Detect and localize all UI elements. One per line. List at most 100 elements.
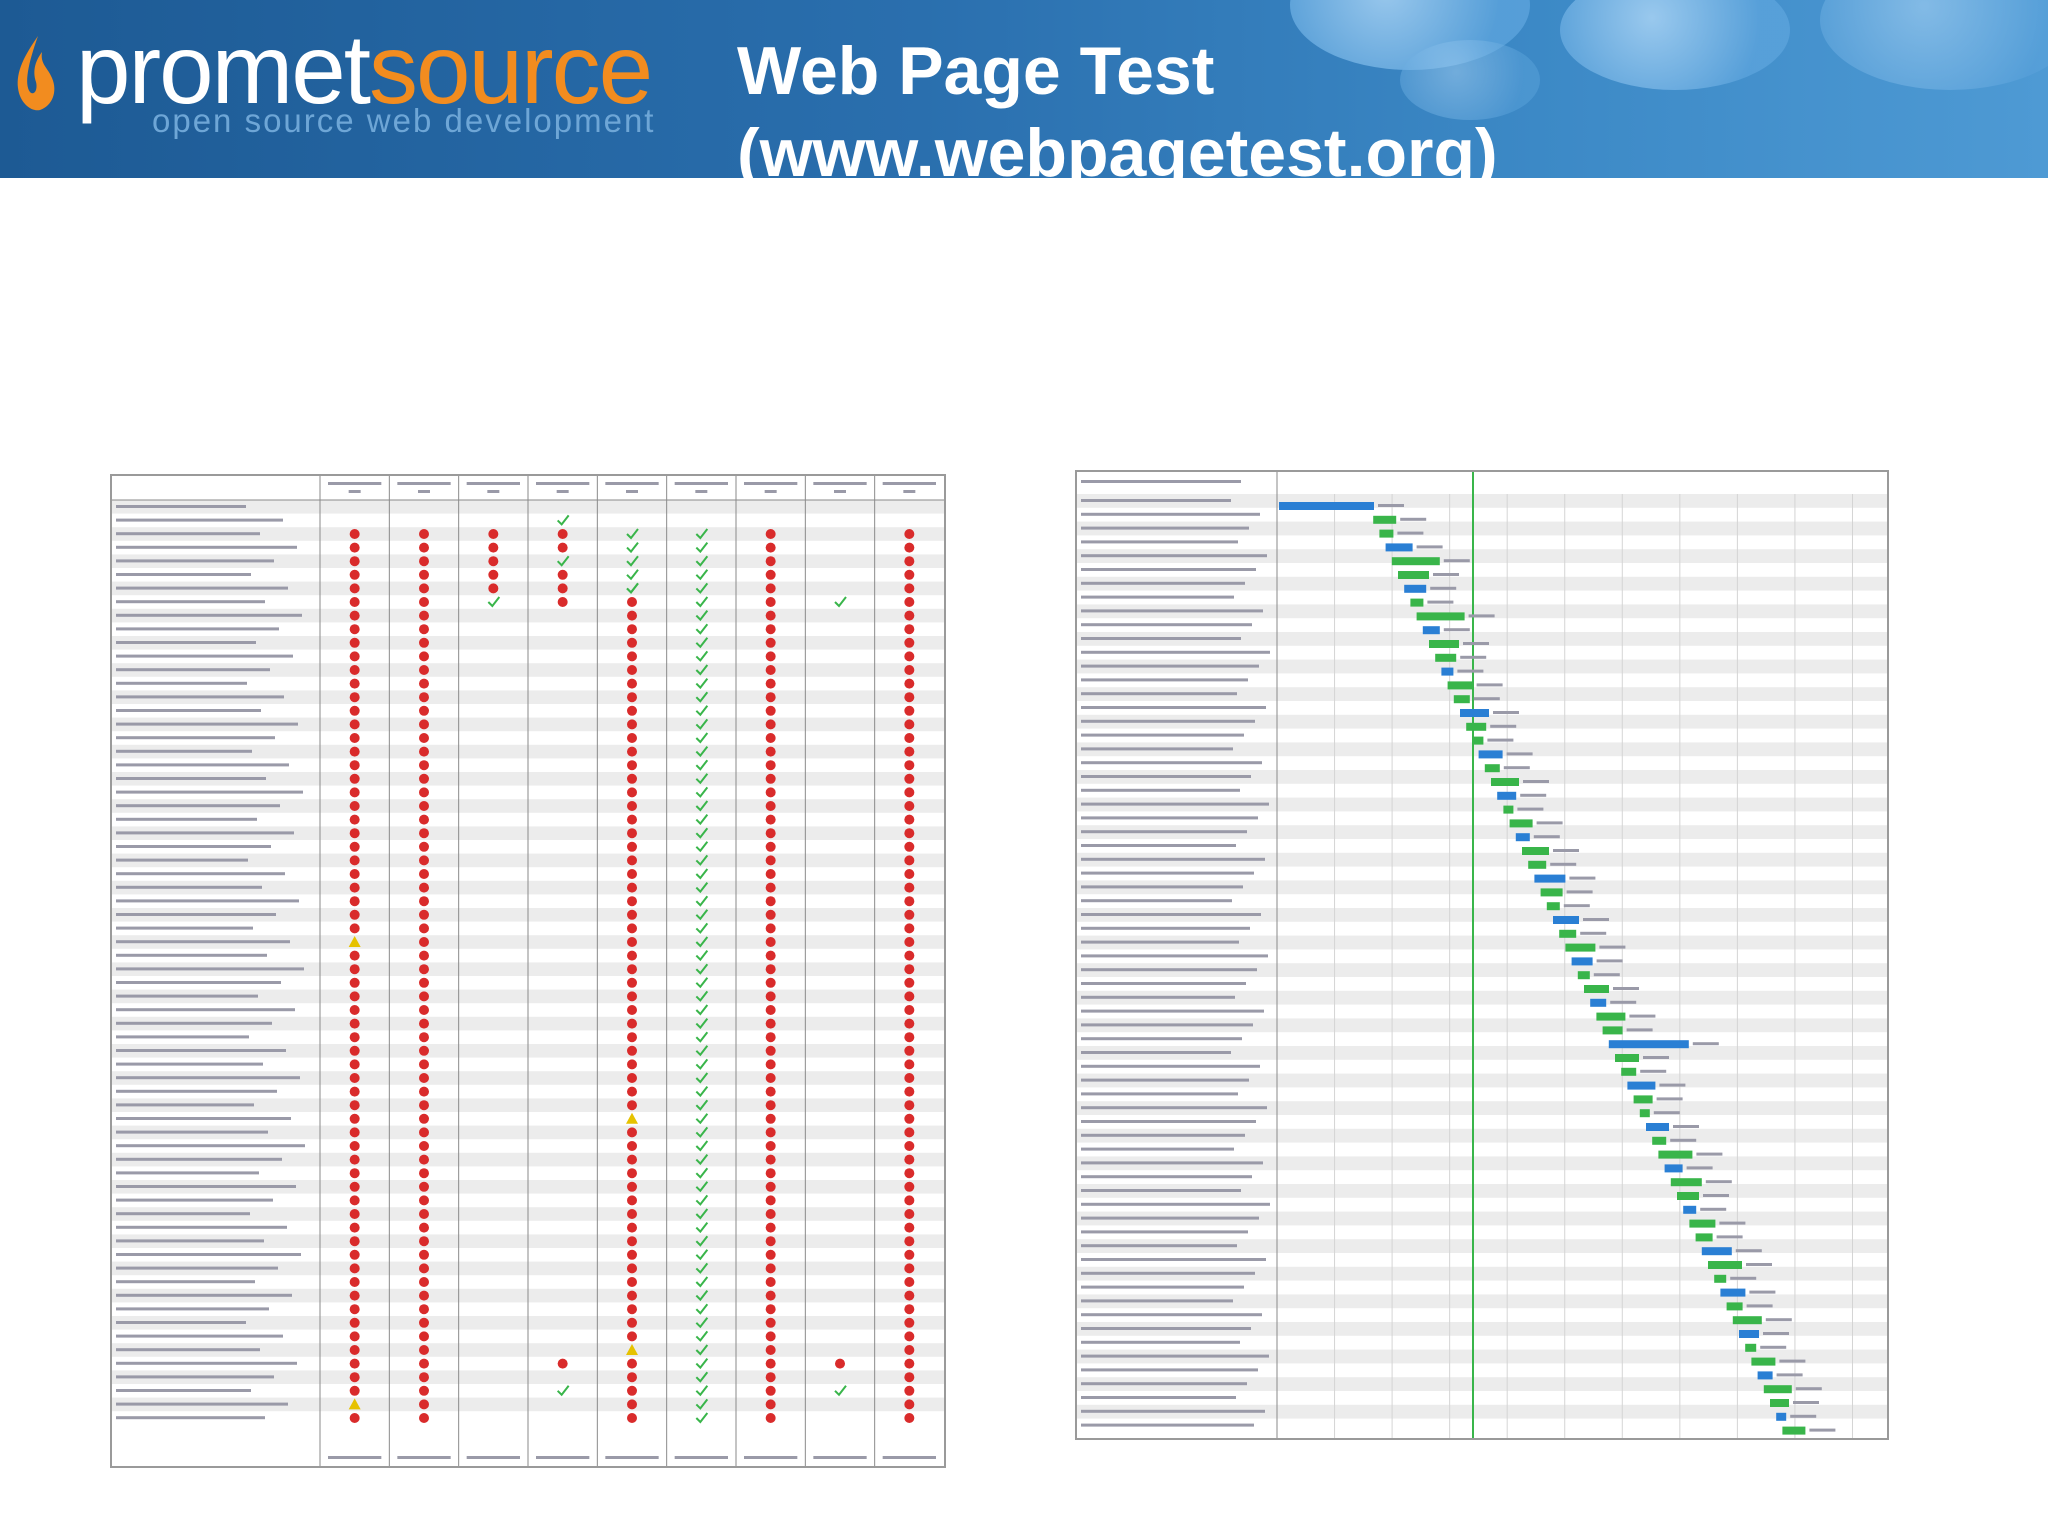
red-circle-icon bbox=[765, 1304, 776, 1315]
column-header-placeholder bbox=[744, 482, 798, 485]
red-circle-icon bbox=[765, 909, 776, 920]
red-circle-icon bbox=[765, 882, 776, 893]
red-circle-icon bbox=[627, 1317, 637, 1328]
url-placeholder bbox=[1081, 1120, 1256, 1123]
request-bar bbox=[1670, 1178, 1702, 1187]
red-circle-icon bbox=[765, 1385, 776, 1396]
green-check-icon bbox=[695, 569, 709, 581]
timing-label-placeholder bbox=[1473, 697, 1500, 701]
red-circle-icon bbox=[419, 610, 429, 621]
request-bar bbox=[1379, 529, 1394, 538]
url-placeholder bbox=[116, 654, 293, 658]
red-circle-icon bbox=[765, 1005, 776, 1015]
timing-label-placeholder bbox=[1719, 1221, 1746, 1225]
url-placeholder bbox=[1081, 1147, 1234, 1151]
red-circle-icon bbox=[627, 1249, 637, 1260]
url-placeholder bbox=[116, 1076, 300, 1080]
green-check-icon bbox=[695, 1031, 709, 1043]
timing-label-placeholder bbox=[1553, 849, 1579, 852]
red-circle-icon bbox=[419, 1086, 429, 1097]
red-circle-icon bbox=[904, 760, 915, 771]
url-placeholder bbox=[116, 858, 248, 862]
red-circle-icon bbox=[765, 556, 776, 567]
red-circle-icon bbox=[419, 637, 429, 648]
red-circle-icon bbox=[349, 1385, 360, 1396]
timing-label-placeholder bbox=[1730, 1276, 1757, 1280]
red-circle-icon bbox=[349, 1413, 360, 1423]
red-circle-icon bbox=[419, 529, 429, 539]
red-circle-icon bbox=[765, 787, 776, 798]
red-circle-icon bbox=[349, 542, 360, 553]
red-circle-icon bbox=[627, 964, 637, 975]
url-placeholder bbox=[1081, 1106, 1267, 1110]
request-bar bbox=[1484, 764, 1500, 773]
request-bar bbox=[1739, 1330, 1759, 1338]
red-circle-icon bbox=[765, 1345, 776, 1355]
timing-label-placeholder bbox=[1746, 1304, 1773, 1308]
red-circle-icon bbox=[488, 529, 499, 539]
red-circle-icon bbox=[627, 828, 637, 839]
green-check-icon bbox=[695, 1194, 709, 1206]
timing-label-placeholder bbox=[1536, 821, 1563, 825]
url-placeholder bbox=[1081, 816, 1258, 820]
red-circle-icon bbox=[349, 1195, 360, 1206]
url-placeholder bbox=[1081, 982, 1246, 985]
red-circle-icon bbox=[904, 1304, 915, 1315]
red-circle-icon bbox=[765, 719, 776, 730]
red-circle-icon bbox=[627, 1018, 637, 1029]
url-placeholder bbox=[116, 1049, 286, 1052]
red-circle-icon bbox=[765, 1154, 776, 1165]
url-placeholder bbox=[1081, 1396, 1236, 1399]
red-circle-icon bbox=[904, 692, 915, 703]
slide-title: Web Page Test (www.webpagetest.org) bbox=[737, 30, 1498, 178]
red-circle-icon bbox=[904, 814, 915, 825]
red-circle-icon bbox=[904, 1073, 915, 1083]
timing-label-placeholder bbox=[1692, 1042, 1719, 1046]
red-circle-icon bbox=[349, 1141, 360, 1151]
timing-label-placeholder bbox=[1809, 1428, 1836, 1432]
request-bar bbox=[1664, 1164, 1683, 1173]
url-placeholder bbox=[116, 1293, 292, 1297]
red-circle-icon bbox=[904, 624, 915, 635]
timing-label-placeholder bbox=[1640, 1069, 1667, 1073]
url-placeholder bbox=[116, 926, 253, 930]
column-footer-placeholder bbox=[536, 1456, 590, 1459]
request-bar bbox=[1534, 874, 1566, 883]
decorative-blob bbox=[1820, 0, 2048, 90]
url-placeholder bbox=[116, 695, 284, 699]
red-circle-icon bbox=[349, 705, 360, 716]
red-circle-icon bbox=[904, 542, 915, 553]
timing-label-placeholder bbox=[1487, 738, 1514, 742]
url-placeholder bbox=[1081, 650, 1270, 654]
red-circle-icon bbox=[488, 542, 499, 553]
red-circle-icon bbox=[904, 991, 915, 1002]
column-score-placeholder bbox=[418, 490, 430, 493]
red-circle-icon bbox=[349, 597, 360, 607]
red-circle-icon bbox=[904, 583, 915, 594]
column-score-placeholder bbox=[348, 490, 361, 493]
url-placeholder bbox=[116, 1225, 287, 1229]
url-placeholder bbox=[1081, 1161, 1263, 1165]
red-circle-icon bbox=[627, 882, 637, 893]
request-bar bbox=[1422, 626, 1440, 635]
green-check-icon bbox=[695, 1221, 709, 1234]
green-check-icon bbox=[695, 732, 709, 744]
timing-label-placeholder bbox=[1703, 1194, 1729, 1197]
request-bar bbox=[1553, 916, 1579, 924]
red-circle-icon bbox=[765, 1399, 776, 1410]
green-check-icon bbox=[695, 895, 709, 907]
red-circle-icon bbox=[765, 1018, 776, 1029]
url-placeholder bbox=[1081, 968, 1257, 972]
url-placeholder bbox=[1081, 1340, 1240, 1344]
slide-title-line1: Web Page Test bbox=[737, 33, 1215, 109]
red-circle-icon bbox=[419, 542, 429, 553]
red-circle-icon bbox=[904, 1005, 915, 1015]
red-circle-icon bbox=[627, 801, 637, 811]
url-placeholder bbox=[116, 586, 288, 590]
red-circle-icon bbox=[627, 637, 637, 648]
timing-label-placeholder bbox=[1776, 1373, 1803, 1377]
red-circle-icon bbox=[627, 692, 637, 703]
url-placeholder bbox=[1081, 995, 1235, 999]
red-circle-icon bbox=[349, 1358, 360, 1369]
red-circle-icon bbox=[419, 1032, 429, 1043]
